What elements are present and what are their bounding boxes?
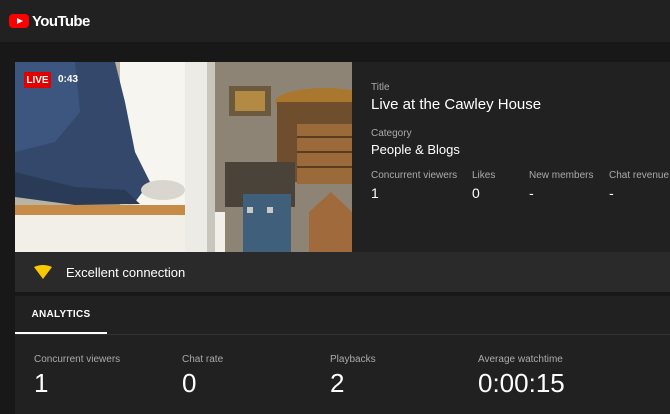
stream-panel: LIVE 0:43 Title Live at the Cawley House… (15, 62, 670, 252)
youtube-play-icon (9, 14, 29, 28)
category-label: Category (371, 128, 412, 139)
wifi-icon (34, 265, 52, 279)
title-label: Title (371, 82, 390, 93)
analytics-stat-value: 0:00:15 (478, 368, 565, 398)
analytics-stat-label: Average watchtime (478, 354, 563, 365)
connection-status-bar: Excellent connection (15, 252, 670, 292)
analytics-panel: ANALYTICS Concurrent viewers 1 Chat rate… (15, 296, 670, 414)
logo-text: YouTube (32, 12, 90, 30)
stream-stat-label: New members (529, 170, 594, 181)
analytics-stat-value: 2 (330, 368, 345, 398)
analytics-stat-value: 0 (182, 368, 197, 398)
analytics-stat-value: 1 (34, 368, 49, 398)
video-preview[interactable]: LIVE 0:43 (15, 62, 352, 252)
stream-stat-value: 0 (472, 185, 480, 201)
connection-status-text: Excellent connection (66, 264, 186, 280)
youtube-logo[interactable]: YouTube (9, 13, 90, 30)
stream-category: People & Blogs (371, 142, 460, 157)
tab-analytics[interactable]: ANALYTICS (15, 296, 107, 334)
stream-stat-value: 1 (371, 185, 379, 201)
live-elapsed-time: 0:43 (58, 74, 79, 85)
stream-stat-value: - (529, 185, 534, 201)
top-bar: YouTube (0, 0, 670, 42)
stream-stat-label: Concurrent viewers (371, 170, 458, 181)
analytics-stat-label: Concurrent viewers (34, 354, 121, 365)
stream-stat-value: - (609, 185, 614, 201)
video-frame (15, 62, 352, 252)
live-badge: LIVE (24, 72, 51, 88)
analytics-stat-label: Chat rate (182, 354, 224, 365)
tab-divider (15, 334, 670, 335)
analytics-stat-label: Playbacks (330, 354, 376, 365)
stream-stat-label: Chat revenue (609, 170, 670, 181)
stream-stat-label: Likes (472, 170, 496, 181)
stream-title: Live at the Cawley House (371, 96, 542, 113)
